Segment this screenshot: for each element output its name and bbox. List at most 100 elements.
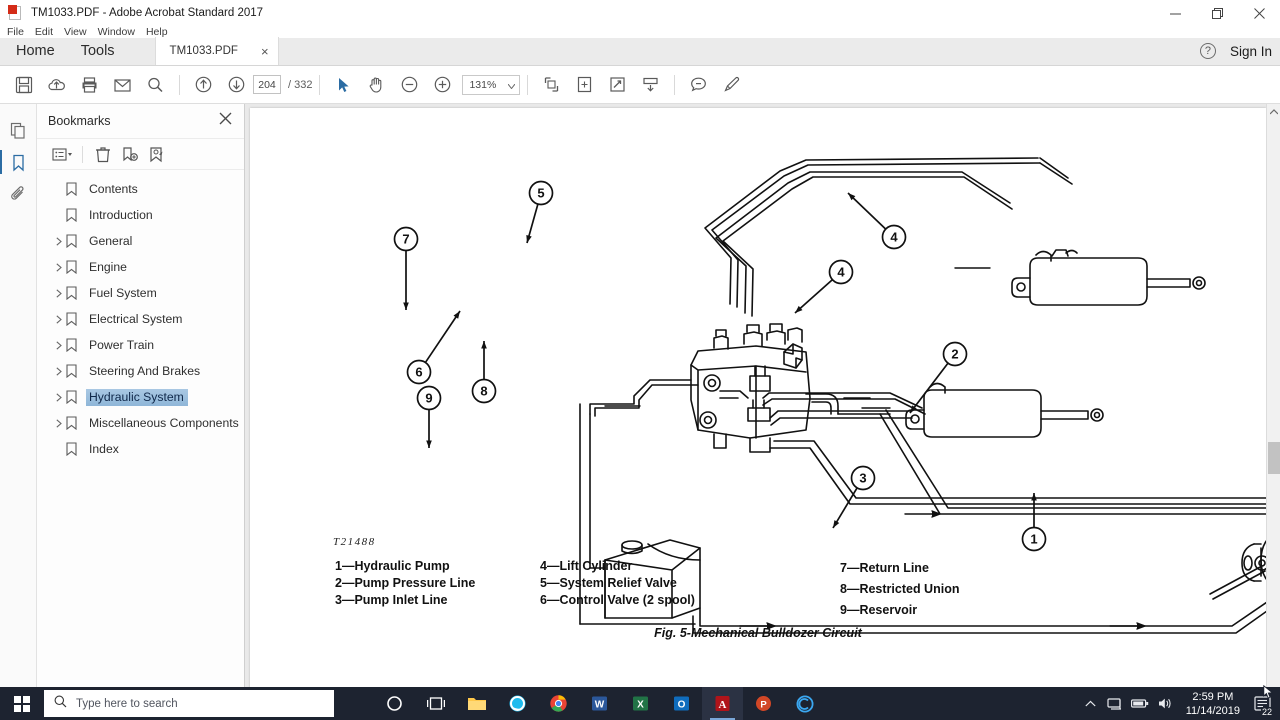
show-hidden-icons-icon[interactable] [1078, 687, 1103, 720]
document-scrollbar[interactable] [1266, 104, 1280, 687]
microsoft-outlook-icon[interactable]: O [661, 687, 702, 720]
taskbar-clock[interactable]: 2:59 PM 11/14/2019 [1178, 690, 1248, 718]
microsoft-word-icon[interactable]: W [579, 687, 620, 720]
callout-number: 5 [537, 186, 544, 201]
new-bookmark-icon[interactable] [116, 142, 143, 166]
edit-bookmark-icon[interactable] [143, 142, 170, 166]
tab-bar-right: ? Sign In [1199, 37, 1280, 65]
zoom-level-select[interactable]: 131% [462, 74, 521, 95]
bookmark-label: General [89, 233, 133, 248]
select-tool-icon[interactable] [327, 70, 360, 100]
bookmark-item-introduction[interactable]: Introduction [37, 202, 244, 228]
callout-7: 7 [393, 226, 419, 310]
close-button[interactable] [1238, 0, 1280, 26]
close-bookmarks-icon[interactable] [219, 112, 232, 130]
callout-number: 3 [859, 471, 866, 486]
bookmark-options-icon[interactable] [49, 142, 76, 166]
bookmarks-icon[interactable] [0, 146, 37, 178]
restore-button[interactable] [1196, 0, 1238, 26]
callout-arrowhead [453, 311, 460, 319]
cortana-icon[interactable] [374, 687, 415, 720]
scroll-mode-icon[interactable] [634, 70, 667, 100]
chevron-right-icon[interactable] [51, 262, 66, 272]
file-explorer-icon[interactable] [456, 687, 497, 720]
page-number-input[interactable]: 204 [253, 75, 281, 94]
zoom-in-icon[interactable] [426, 70, 459, 100]
scroll-thumb[interactable] [1268, 442, 1280, 474]
bookmark-item-steering-and-brakes[interactable]: Steering And Brakes [37, 358, 244, 384]
chevron-right-icon[interactable] [51, 314, 66, 324]
fit-visible-icon[interactable] [568, 70, 601, 100]
bookmark-label: Steering And Brakes [89, 363, 201, 378]
taskbar-search-input[interactable]: Type here to search [44, 690, 334, 717]
bookmark-label: Electrical System [89, 311, 183, 326]
battery-icon[interactable] [1128, 687, 1153, 720]
minimize-button[interactable] [1154, 0, 1196, 26]
acrobat-window: TM1033.PDF - Adobe Acrobat Standard 2017… [0, 0, 1280, 720]
microsoft-powerpoint-icon[interactable]: P [743, 687, 784, 720]
previous-page-icon[interactable] [187, 70, 220, 100]
task-view-icon[interactable] [415, 687, 456, 720]
cloud-upload-icon[interactable] [40, 70, 73, 100]
bookmark-item-hydraulic-system[interactable]: Hydraulic System [37, 384, 244, 410]
mouse-cursor [1263, 684, 1274, 704]
legend-item: 7—Return Line [840, 561, 929, 575]
bookmark-label: Hydraulic System [86, 388, 188, 406]
legend-item: 6—Control Valve (2 spool) [540, 593, 695, 607]
email-icon[interactable] [106, 70, 139, 100]
bookmark-item-engine[interactable]: Engine [37, 254, 244, 280]
tab-tools[interactable]: Tools [68, 37, 128, 65]
bookmark-icon [66, 208, 86, 222]
help-icon[interactable]: ? [1199, 43, 1216, 59]
document-view[interactable]: 5 7 4 4 2 6 8 9 3 1 T21488 1—Hydraulic Pump 2—Pum… [245, 104, 1280, 687]
bookmark-label: Contents [89, 181, 138, 196]
bookmark-icon [66, 312, 86, 326]
google-chrome-icon[interactable] [538, 687, 579, 720]
bookmark-item-power-train[interactable]: Power Train [37, 332, 244, 358]
adobe-acrobat-icon[interactable]: A [702, 687, 743, 720]
windows-start-icon[interactable] [0, 687, 44, 720]
bookmark-item-electrical-system[interactable]: Electrical System [37, 306, 244, 332]
sign-in-button[interactable]: Sign In [1230, 44, 1272, 59]
bookmark-item-fuel-system[interactable]: Fuel System [37, 280, 244, 306]
chevron-right-icon[interactable] [51, 288, 66, 298]
comment-icon[interactable] [682, 70, 715, 100]
chevron-right-icon[interactable] [51, 340, 66, 350]
microsoft-excel-icon[interactable]: X [620, 687, 661, 720]
delete-bookmark-icon[interactable] [89, 142, 116, 166]
internet-explorer-icon[interactable] [497, 687, 538, 720]
save-icon[interactable] [7, 70, 40, 100]
drawing-number: T21488 [333, 536, 376, 548]
callout-leader [424, 310, 461, 363]
bookmark-item-miscellaneous-components[interactable]: Miscellaneous Components [37, 410, 244, 436]
chevron-right-icon[interactable] [51, 392, 66, 402]
cortana-circle-icon[interactable] [784, 687, 825, 720]
tab-document[interactable]: TM1033.PDF × [154, 37, 279, 65]
close-tab-icon[interactable]: × [261, 45, 269, 58]
print-icon[interactable] [73, 70, 106, 100]
highlight-pen-icon[interactable] [715, 70, 748, 100]
scroll-up-button[interactable] [1267, 104, 1280, 119]
network-icon[interactable] [1103, 687, 1128, 720]
navigation-rail [0, 104, 37, 687]
search-icon[interactable] [139, 70, 172, 100]
chevron-down-icon[interactable] [508, 76, 516, 94]
bookmark-item-index[interactable]: Index [37, 436, 244, 462]
bookmark-item-general[interactable]: General [37, 228, 244, 254]
next-page-icon[interactable] [220, 70, 253, 100]
page-thumbnails-icon[interactable] [0, 114, 37, 146]
chevron-right-icon[interactable] [51, 366, 66, 376]
fit-page-icon[interactable] [535, 70, 568, 100]
attachments-icon[interactable] [0, 178, 37, 210]
hand-tool-icon[interactable] [360, 70, 393, 100]
tab-home[interactable]: Home [3, 37, 68, 65]
fit-width-icon[interactable] [601, 70, 634, 100]
pdf-file-icon [8, 5, 24, 21]
bookmark-item-contents[interactable]: Contents [37, 176, 244, 202]
chevron-right-icon[interactable] [51, 236, 66, 246]
figure-caption: Fig. 5-Mechanical Bulldozer Circuit [654, 626, 862, 640]
volume-icon[interactable] [1153, 687, 1178, 720]
zoom-out-icon[interactable] [393, 70, 426, 100]
chevron-right-icon[interactable] [51, 418, 66, 428]
callout-number: 4 [837, 265, 845, 280]
